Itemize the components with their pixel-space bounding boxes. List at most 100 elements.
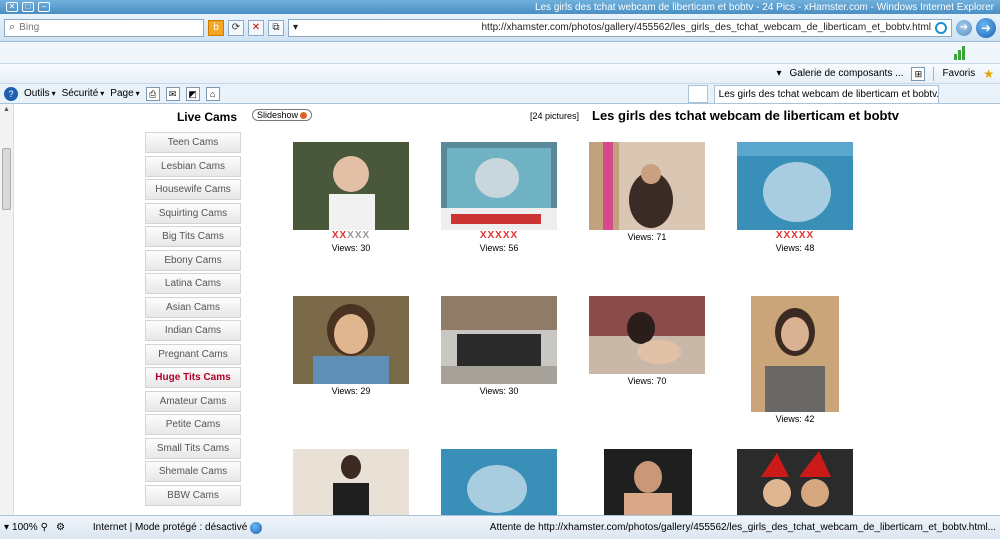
tab-gallery[interactable]: Les girls des tchat webcam de liberticam… (713, 84, 939, 103)
rating-mark[interactable]: X (791, 230, 799, 241)
scroll-up-arrow-icon[interactable]: ▲ (3, 106, 10, 113)
security-menu[interactable]: Sécurité ▾ (62, 88, 105, 99)
sidebar-item-asian[interactable]: Asian Cams (145, 296, 241, 318)
feeds-icon[interactable]: ◩ (185, 86, 200, 101)
gallery-link[interactable]: Galerie de composants ... (789, 68, 903, 79)
url-text[interactable]: http://xhamster.com/photos/gallery/45556… (302, 22, 931, 33)
gallery-thumb[interactable] (604, 449, 692, 515)
rating-mark[interactable]: X (487, 230, 495, 241)
mail-icon[interactable]: ✉ (165, 86, 180, 101)
rating-mark[interactable]: X (355, 230, 363, 241)
sidebar-item-indian[interactable]: Indian Cams (145, 320, 241, 341)
thumbnail-photo[interactable] (293, 296, 409, 384)
rating-mark[interactable]: X (511, 230, 519, 241)
rating-mark[interactable]: X (363, 230, 371, 241)
compatibility-view-icon[interactable]: ⧉ (268, 19, 284, 36)
thumbnail-photo[interactable] (737, 449, 853, 515)
sidebar-item-shemale[interactable]: Shemale Cams (145, 461, 241, 482)
rating-mark[interactable]: X (807, 230, 815, 241)
help-icon[interactable]: ? (4, 86, 18, 101)
tools-menu[interactable]: Outils ▾ (24, 88, 56, 99)
sidebar-item-big-tits[interactable]: Big Tits Cams (145, 226, 241, 247)
close-window-button[interactable]: ✕ (6, 2, 18, 12)
refresh-icon[interactable]: ⟳ (228, 19, 244, 36)
sidebar-item-housewife[interactable]: Housewife Cams (145, 179, 241, 200)
rating-stars[interactable]: XXXXX (441, 230, 557, 241)
forward-button[interactable]: ➜ (956, 19, 972, 36)
sidebar-item-lesbian[interactable]: Lesbian Cams (145, 155, 241, 177)
rating-mark[interactable]: X (347, 230, 355, 241)
bing-search-icon[interactable]: b (208, 19, 224, 36)
gallery-thumb[interactable] (441, 449, 557, 515)
thumbnail-photo[interactable] (293, 142, 409, 230)
minimize-window-button[interactable]: – (38, 2, 50, 12)
gallery-thumb[interactable]: XXXXX Views: 56 (441, 142, 557, 253)
security-status-icon[interactable]: ⚙ (56, 522, 65, 533)
gallery-thumb[interactable]: XXXXX Views: 30 (293, 142, 409, 253)
back-button[interactable]: ➜ (976, 17, 996, 38)
sidebar-item-bbw[interactable]: BBW Cams (145, 484, 241, 506)
thumbnail-photo[interactable] (604, 449, 692, 515)
sidebar-item-small-tits[interactable]: Small Tits Cams (145, 437, 241, 459)
rating-stars[interactable]: XXXXX (737, 230, 853, 241)
gallery-thumb[interactable] (293, 449, 409, 515)
zoom-icon[interactable]: ⚲ (41, 522, 48, 533)
gallery-icon[interactable]: ⊞ (911, 66, 926, 81)
sidebar-item-squirting[interactable]: Squirting Cams (145, 202, 241, 224)
thumbnail-photo[interactable] (441, 142, 557, 230)
gallery-thumb[interactable]: Views: 29 (293, 296, 409, 396)
sidebar-item-pregnant[interactable]: Pregnant Cams (145, 343, 241, 365)
thumbnail-photo[interactable] (737, 142, 853, 230)
sidebar-item-amateur[interactable]: Amateur Cams (145, 390, 241, 412)
thumbnail-photo[interactable] (589, 296, 705, 374)
stop-icon[interactable]: ✕ (248, 19, 264, 36)
gallery-thumb[interactable] (737, 449, 853, 515)
gallery-thumb[interactable]: Views: 71 (589, 142, 705, 242)
sidebar-item-latina[interactable]: Latina Cams (145, 273, 241, 294)
thumbnail-photo[interactable] (293, 449, 409, 515)
rating-mark[interactable]: X (339, 230, 347, 241)
address-field[interactable]: ▾ http://xhamster.com/photos/gallery/455… (288, 18, 952, 37)
favorites-button[interactable]: Favoris (942, 68, 975, 79)
vertical-scrollbar[interactable]: ▲ (0, 104, 14, 515)
sidebar-item-teen[interactable]: Teen Cams (145, 132, 241, 153)
sidebar-item-huge-tits[interactable]: Huge Tits Cams (145, 367, 241, 388)
thumbnail-photo[interactable] (589, 142, 705, 230)
dropdown-chevron-icon[interactable]: ▾ (293, 22, 298, 33)
rating-mark[interactable]: X (799, 230, 807, 241)
dropdown-chevron-icon[interactable]: ▾ (776, 68, 781, 79)
search-input[interactable] (19, 22, 160, 33)
search-box[interactable]: ⌕ (4, 18, 204, 37)
addon-toolbar (0, 42, 1000, 64)
views-count: Views: 30 (331, 243, 371, 253)
gallery-thumb[interactable]: Views: 70 (589, 296, 705, 386)
home-icon[interactable]: ⌂ (205, 86, 220, 101)
rating-mark[interactable]: X (495, 230, 503, 241)
zoom-control[interactable]: ▾ 100% ⚲ (4, 522, 48, 533)
security-zone[interactable]: Internet | Mode protégé : désactivé (93, 521, 263, 534)
search-icon[interactable]: ⌕ (9, 21, 15, 34)
window-controls: ✕ □ – (6, 2, 50, 12)
slideshow-button[interactable]: Slideshow (252, 109, 313, 121)
window-titlebar: ✕ □ – Les girls des tchat webcam de libe… (0, 0, 1000, 14)
gallery-thumb[interactable]: Views: 30 (441, 296, 557, 396)
rating-mark[interactable]: X (503, 230, 511, 241)
rating-mark[interactable]: X (783, 230, 791, 241)
new-tab-button[interactable] (687, 84, 708, 103)
print-icon[interactable]: ⎙ (145, 86, 160, 101)
thumbnail-photo[interactable] (441, 296, 557, 384)
star-icon[interactable]: ★ (983, 67, 994, 81)
gallery-thumb[interactable]: XXXXX Views: 48 (737, 142, 853, 253)
slideshow-icon (300, 111, 308, 119)
page-menu[interactable]: Page ▾ (110, 88, 139, 99)
sidebar-item-ebony[interactable]: Ebony Cams (145, 249, 241, 271)
scroll-thumb[interactable] (2, 148, 11, 210)
dropdown-chevron-icon[interactable]: ▾ (4, 522, 9, 533)
sidebar-item-petite[interactable]: Petite Cams (145, 414, 241, 435)
thumbnail-photo[interactable] (441, 449, 557, 515)
maximize-window-button[interactable]: □ (22, 2, 34, 12)
zoom-level[interactable]: 100% (12, 522, 38, 533)
gallery-thumb[interactable]: Views: 42 (751, 296, 839, 424)
rating-stars[interactable]: XXXXX (293, 230, 409, 241)
thumbnail-photo[interactable] (751, 296, 839, 412)
